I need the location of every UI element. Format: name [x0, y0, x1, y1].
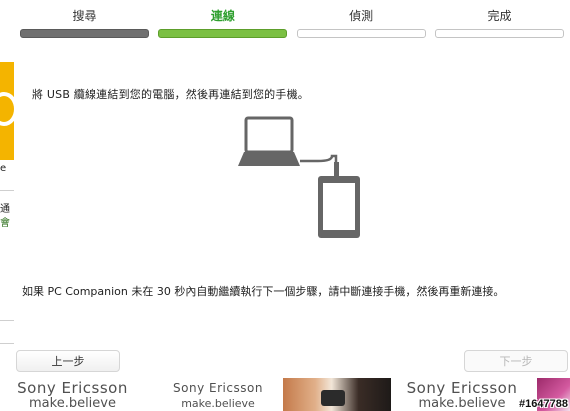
step-search-bar — [20, 29, 149, 38]
step-finish: 完成 — [434, 0, 564, 40]
ad-slogan: make.believe — [418, 396, 506, 411]
background-text: e — [0, 163, 7, 174]
step-search-label: 搜尋 — [72, 9, 97, 23]
ad-photo-image[interactable] — [283, 378, 391, 411]
background-yellow-banner — [0, 62, 14, 160]
step-connect-bar — [158, 29, 288, 38]
previous-step-button[interactable]: 上一步 — [16, 350, 120, 372]
step-search: 搜尋 — [20, 0, 149, 40]
step-detect: 偵測 — [296, 0, 426, 40]
sony-ericsson-ad[interactable]: Sony Ericsson make.believe — [5, 378, 140, 411]
step-connect: 連線 — [158, 0, 288, 40]
background-link[interactable]: 會 — [0, 214, 10, 229]
usb-cable-icon — [300, 154, 338, 171]
background-divider — [0, 320, 14, 321]
laptop-icon — [238, 116, 300, 166]
instruction-text: 將 USB 纜線連結到您的電腦，然後再連結到您的手機。 — [32, 88, 309, 101]
ad-slogan: make.believe — [181, 397, 255, 410]
next-step-button[interactable]: 下一步 — [464, 350, 568, 372]
ad-brand: Sony Ericsson — [173, 381, 263, 395]
ad-slogan: make.believe — [29, 396, 116, 411]
step-finish-label: 完成 — [487, 9, 512, 23]
ad-banner[interactable]: Sony Ericsson make.believe Sony Ericsson… — [0, 378, 570, 411]
phone-icon — [318, 176, 360, 238]
background-divider — [0, 190, 14, 191]
background-page-fragment: e 通 會 — [0, 0, 14, 380]
usb-plug-icon — [334, 162, 339, 176]
step-connect-label: 連線 — [210, 9, 235, 23]
wizard-progress-steps: 搜尋 連線 偵測 完成 — [20, 0, 564, 40]
sony-ericsson-ad[interactable]: Sony Ericsson make.believe — [162, 378, 274, 411]
background-divider — [0, 343, 14, 344]
ad-brand: Sony Ericsson — [17, 379, 128, 397]
step-finish-bar — [434, 29, 564, 38]
step-detect-bar — [296, 29, 426, 38]
timeout-note-text: 如果 PC Companion 未在 30 秒內自動繼續執行下一個步驟，請中斷連… — [22, 285, 505, 298]
ad-brand: Sony Ericsson — [406, 379, 518, 397]
usb-connection-illustration — [238, 116, 360, 238]
background-text: 通 — [0, 204, 10, 215]
sony-ericsson-ad[interactable]: Sony Ericsson make.believe — [398, 378, 526, 411]
connection-wizard-dialog: 搜尋 連線 偵測 完成 將 USB 纜線連結到您的電腦，然後再連結到您的手機。 … — [14, 0, 570, 378]
step-detect-label: 偵測 — [349, 9, 374, 23]
forum-watermark: #1647788 — [519, 398, 568, 410]
